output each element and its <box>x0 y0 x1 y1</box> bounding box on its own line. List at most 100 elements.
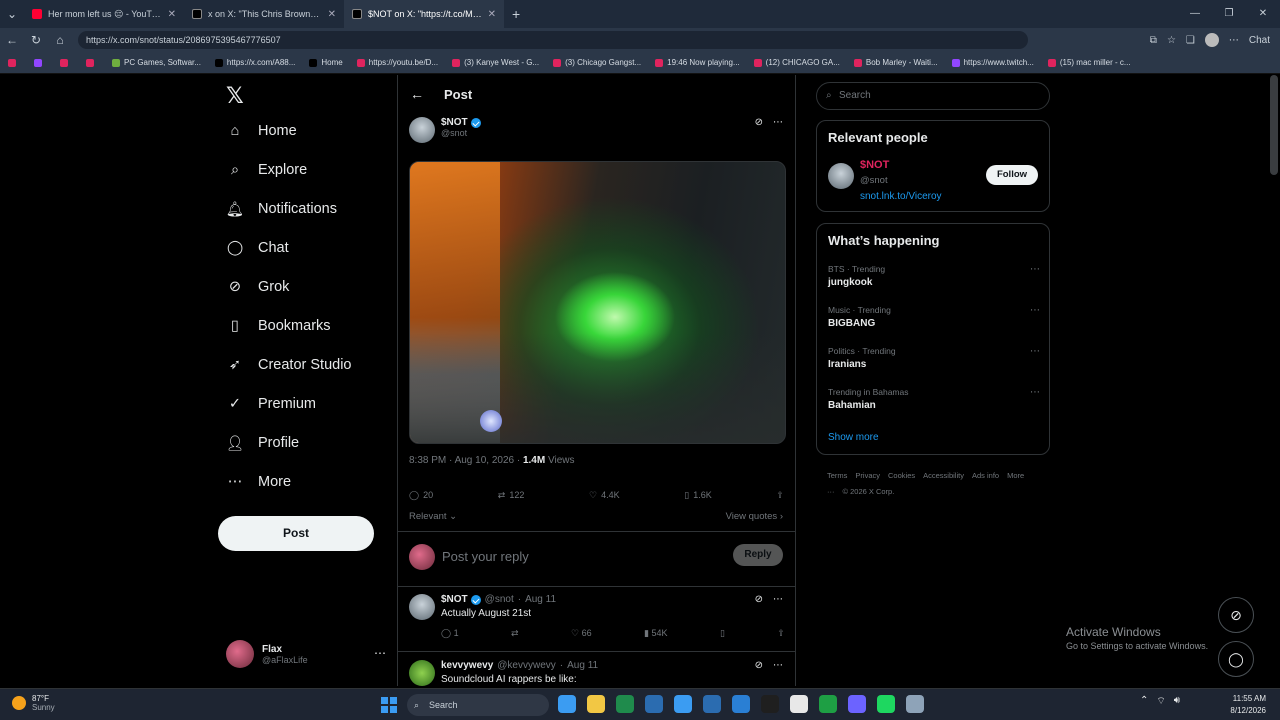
reply-action[interactable]: ◯ 20 <box>409 485 433 505</box>
close-tab-icon[interactable]: ✕ <box>168 9 176 20</box>
bookmark-item[interactable]: (3) Chicago Gangst... <box>553 58 641 67</box>
windows-start-icon[interactable] <box>381 697 397 713</box>
nav-item-more[interactable]: ⋯ More <box>226 464 291 500</box>
share-icon[interactable]: ⇪ <box>777 628 785 639</box>
footer-link[interactable]: Accessibility <box>923 471 964 480</box>
more-dots-icon[interactable]: ⋯ <box>1030 346 1040 357</box>
taskbar-search[interactable]: ⌕ Search <box>407 694 549 716</box>
more-dots-icon[interactable]: ⋯ <box>1030 264 1040 275</box>
collections-icon[interactable]: ❏ <box>1186 35 1195 46</box>
post-button[interactable]: Post <box>218 516 374 551</box>
taskbar-app-icon[interactable] <box>587 695 605 713</box>
grok-icon[interactable]: ⊘ <box>755 117 763 128</box>
bookmark-item[interactable] <box>34 58 46 67</box>
bookmark-item[interactable] <box>86 58 98 67</box>
like-action[interactable]: ♡ 4.4K <box>589 485 620 505</box>
tab-actions-icon[interactable]: ⌄ <box>0 7 24 21</box>
bookmark-item[interactable]: PC Games, Softwar... <box>112 58 201 67</box>
nav-item-bookmarks[interactable]: ▯ Bookmarks <box>226 308 331 344</box>
taskbar-app-icon[interactable] <box>819 695 837 713</box>
post-timestamp[interactable]: 8:38 PM · Aug 10, 2026 · <box>409 455 520 466</box>
footer-link[interactable]: Cookies <box>888 471 915 480</box>
taskbar-app-icon[interactable] <box>558 695 576 713</box>
close-tab-icon[interactable]: ✕ <box>488 9 496 20</box>
footer-link[interactable]: Ads info <box>972 471 999 480</box>
trend-item[interactable]: BTS · Trending jungkook ⋯ <box>828 264 1040 288</box>
bookmark-item[interactable] <box>60 58 72 67</box>
bookmark-action[interactable]: ▯ 1.6K <box>684 485 711 505</box>
taskbar-app-icon[interactable] <box>848 695 866 713</box>
url-field[interactable]: https://x.com/snot/status/20869753954677… <box>78 31 1028 49</box>
trend-item[interactable]: Trending in Bahamas Bahamian ⋯ <box>828 387 1040 411</box>
bookmark-item[interactable]: Home <box>309 58 343 67</box>
taskbar-app-icon[interactable] <box>645 695 663 713</box>
footer-link[interactable]: Terms <box>827 471 847 480</box>
bookmark-item[interactable]: (3) Kanye West - G... <box>452 58 539 67</box>
more-dots-icon[interactable]: ⋯ <box>1030 387 1040 398</box>
reply-item[interactable]: kevvywevy @kevvywevy · Aug 11 ⊘ ⋯ Soundc… <box>398 654 795 686</box>
repost-action[interactable]: ⇄ 122 <box>498 485 525 505</box>
chevron-up-icon[interactable]: ⌃ <box>1140 695 1148 708</box>
bookmark-item[interactable]: https://youtu.be/D... <box>356 58 438 67</box>
taskbar-app-icon[interactable] <box>674 695 692 713</box>
more-dots-icon[interactable]: ⋯ <box>773 117 783 128</box>
person-name[interactable]: $NOT <box>860 159 889 171</box>
views-action[interactable]: ▮ 54K <box>644 628 667 639</box>
show-more-link[interactable]: Show more <box>828 432 879 443</box>
account-switcher[interactable]: Flax @aFlaxLife ⋯ <box>226 638 386 670</box>
taskbar-app-icon[interactable] <box>616 695 634 713</box>
nav-item-profile[interactable]: 👤︎ Profile <box>226 425 299 461</box>
bookmark-item[interactable]: 19:46 Now playing... <box>655 58 740 67</box>
reply-action[interactable]: ◯ 1 <box>441 628 459 639</box>
minimize-icon[interactable]: — <box>1178 0 1212 28</box>
footer-link[interactable]: © 2026 X Corp. <box>843 487 895 496</box>
view-quotes-link[interactable]: View quotes › <box>726 511 783 522</box>
bookmark-item[interactable] <box>8 58 20 67</box>
bookmark-item[interactable]: (12) CHICAGO GA... <box>753 58 840 67</box>
grok-icon[interactable]: ⊘ <box>755 660 763 671</box>
close-window-icon[interactable]: ✕ <box>1246 0 1280 28</box>
bookmark-item[interactable]: https://www.twitch... <box>951 58 1034 67</box>
more-dots-icon[interactable]: ⋯ <box>1030 305 1040 316</box>
extensions-icon[interactable]: ⧉ <box>1150 35 1157 46</box>
trend-item[interactable]: Music · Trending BIGBANG ⋯ <box>828 305 1040 329</box>
trend-item[interactable]: Politics · Trending Iranians ⋯ <box>828 346 1040 370</box>
back-icon[interactable]: ← <box>0 33 24 47</box>
taskbar-app-icon[interactable] <box>703 695 721 713</box>
bookmark-item[interactable]: https://x.com/A88... <box>214 58 295 67</box>
like-action[interactable]: ♡ 66 <box>571 628 592 639</box>
profile-avatar[interactable] <box>1204 33 1219 47</box>
nav-item-chat[interactable]: ◯ Chat <box>226 230 289 266</box>
close-tab-icon[interactable]: ✕ <box>328 9 336 20</box>
taskbar-app-icon[interactable] <box>877 695 895 713</box>
network-icon[interactable]: ⌔ <box>1156 695 1165 708</box>
footer-link[interactable]: Privacy <box>855 471 880 480</box>
bookmark-icon[interactable]: ▯ <box>720 628 725 639</box>
taskbar-app-icon[interactable] <box>732 695 750 713</box>
x-logo-icon[interactable]: 𝕏 <box>226 83 244 109</box>
back-arrow-icon[interactable]: ← <box>410 86 424 102</box>
home-icon[interactable]: ⌂ <box>48 33 72 47</box>
more-dots-icon[interactable]: ⋯ <box>374 646 386 660</box>
share-action[interactable]: ⇪ <box>776 485 784 505</box>
more-dots-icon[interactable]: ⋯ <box>773 594 783 605</box>
maximize-icon[interactable]: ❐ <box>1212 0 1246 28</box>
post-video[interactable] <box>409 161 786 444</box>
menu-dots-icon[interactable]: ⋯ <box>1229 35 1239 46</box>
reply-item[interactable]: $NOT @snot · Aug 11 ⊘ ⋯ Actually August … <box>398 588 795 652</box>
nav-item-explore[interactable]: ⌕ Explore <box>226 152 307 188</box>
new-tab-icon[interactable]: + <box>512 6 520 22</box>
nav-item-grok[interactable]: ⊘ Grok <box>226 269 290 305</box>
browser-tab-youtube[interactable]: Her mom left us 😔 - YouTube ✕ <box>24 0 184 28</box>
copilot-chat-button[interactable]: Chat <box>1249 35 1270 46</box>
favorite-star-icon[interactable]: ☆ <box>1167 35 1176 46</box>
search-input[interactable]: ⌕ Search <box>816 82 1050 110</box>
nav-item-premium[interactable]: ✓ Premium <box>226 386 316 422</box>
grok-icon[interactable]: ⊘ <box>755 594 763 605</box>
messages-floating-button[interactable]: ◯ <box>1218 641 1254 677</box>
nav-item-notifications[interactable]: 🔔︎ Notifications <box>226 191 337 227</box>
page-scrollbar[interactable] <box>1270 75 1278 175</box>
bookmark-item[interactable]: (15) mac miller - c... <box>1047 58 1131 67</box>
sort-replies-dropdown[interactable]: Relevant ⌄ <box>409 511 457 522</box>
more-dots-icon[interactable]: ⋯ <box>773 660 783 671</box>
